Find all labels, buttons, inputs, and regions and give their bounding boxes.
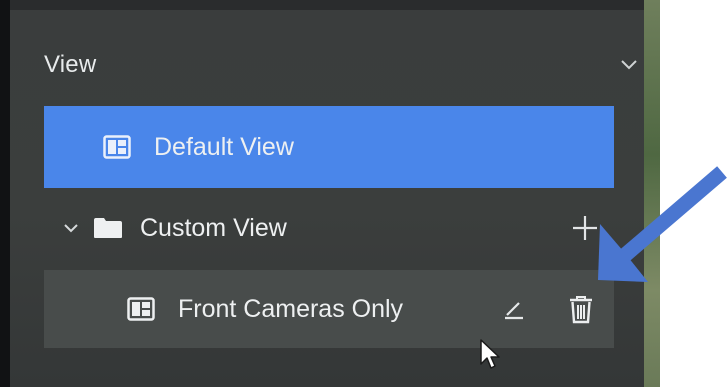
view-item-default[interactable]: Default View	[44, 106, 614, 188]
view-item-label: Default View	[154, 132, 294, 161]
annotation-arrow-icon	[598, 166, 727, 282]
view-section-title: View	[44, 51, 97, 78]
chevron-down-icon[interactable]	[60, 217, 82, 239]
edit-icon	[505, 302, 523, 320]
mouse-cursor-icon	[480, 339, 500, 369]
view-item-front-cameras[interactable]: Front Cameras Only	[44, 270, 614, 348]
folder-label: Custom View	[140, 213, 287, 242]
folder-icon	[92, 216, 124, 240]
window-edge	[0, 0, 10, 387]
edit-view-button[interactable]	[500, 295, 528, 323]
view-layout-icon	[126, 296, 156, 322]
screenshot: View Default View Custom View Front Came…	[0, 0, 727, 387]
view-section-header[interactable]: View	[44, 48, 638, 82]
panel-top-bar	[10, 0, 644, 10]
chevron-down-icon[interactable]	[620, 56, 638, 74]
view-item-label: Front Cameras Only	[178, 294, 404, 323]
view-layout-icon	[102, 134, 132, 160]
view-folder-custom[interactable]: Custom View	[44, 196, 614, 260]
